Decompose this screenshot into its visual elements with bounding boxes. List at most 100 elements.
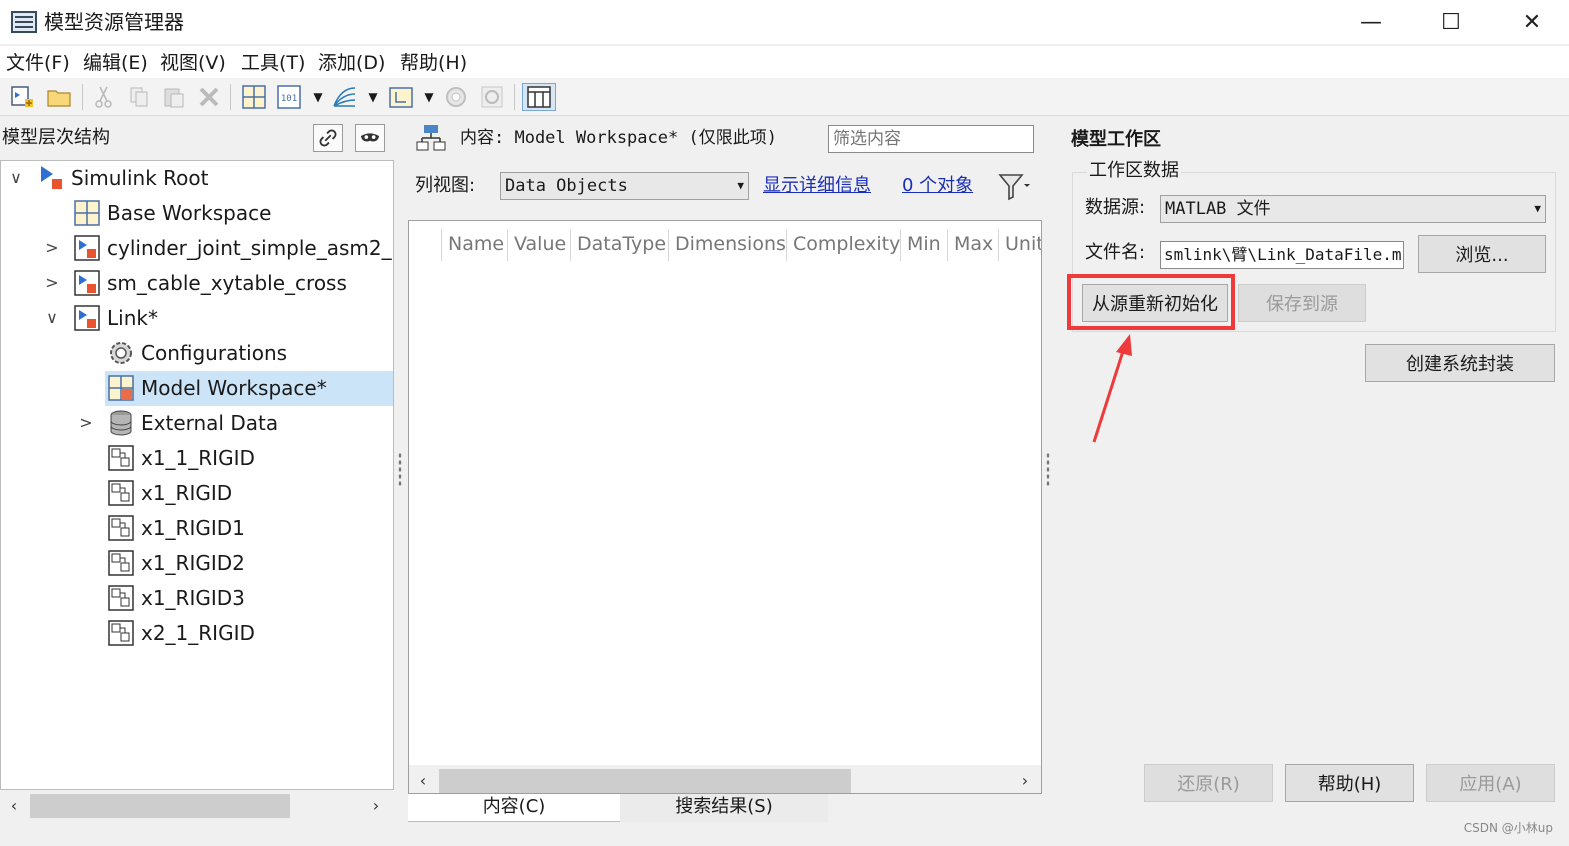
menu-edit[interactable]: 编辑(E) <box>83 50 148 76</box>
tree-item[interactable]: x1_RIGID2 <box>1 546 393 581</box>
col-name[interactable]: Name <box>441 229 507 261</box>
dropdown-icon: ▼ <box>737 179 744 192</box>
paste-icon[interactable] <box>160 83 188 111</box>
file-name-input[interactable]: smlink\臂\Link_DataFile.m <box>1160 241 1404 269</box>
menu-view[interactable]: 视图(V) <box>160 50 226 76</box>
left-splitter-grip[interactable] <box>398 452 402 486</box>
chevron-down-icon[interactable]: ∨ <box>43 307 61 329</box>
link-icon[interactable] <box>313 124 343 152</box>
model-tree[interactable]: ∨ Simulink Root Base Workspace > cylinder_jo… <box>0 160 394 790</box>
create-system-mask-button[interactable]: 创建系统封装 <box>1365 344 1555 382</box>
filter-input[interactable] <box>828 125 1034 153</box>
grid-horizontal-scrollbar[interactable]: ‹ › <box>409 765 1041 793</box>
scroll-left-icon[interactable]: ‹ <box>4 794 24 818</box>
object-count-link[interactable]: 0 个对象 <box>902 174 973 198</box>
col-value[interactable]: Value <box>507 229 570 261</box>
matrix-dropdown-icon[interactable]: ▼ <box>311 90 325 104</box>
tree-item-label: x1_RIGID1 <box>141 516 245 540</box>
new-model-icon[interactable] <box>8 83 36 111</box>
tree-item[interactable]: ∨ Simulink Root <box>1 161 393 196</box>
copy-icon[interactable] <box>125 83 153 111</box>
source-label: 数据源: <box>1085 197 1146 218</box>
tree-item[interactable]: x1_RIGID1 <box>1 511 393 546</box>
subsystem-dropdown-icon[interactable]: ▼ <box>422 90 436 104</box>
tree-item[interactable]: Model Workspace* <box>1 371 393 406</box>
column-view-select[interactable]: Data Objects ▼ <box>500 172 749 200</box>
mask-icon[interactable] <box>355 124 385 152</box>
scroll-thumb[interactable] <box>30 794 290 818</box>
content-bar: 内容: Model Workspace* (仅限此项) <box>408 116 1042 160</box>
save-to-source-button[interactable]: 保存到源 <box>1238 284 1366 322</box>
data-grid[interactable]: Name Value DataType Dimensions Complexit… <box>408 220 1042 794</box>
tree-item-label: sm_cable_xytable_cross <box>107 271 347 295</box>
layout-columns-icon[interactable] <box>522 83 556 111</box>
minimize-button[interactable]: — <box>1341 4 1401 40</box>
tab-contents[interactable]: 内容(C) <box>408 794 620 822</box>
open-folder-icon[interactable] <box>45 83 73 111</box>
browse-button[interactable]: 浏览... <box>1418 235 1546 273</box>
filter-funnel-icon[interactable] <box>998 172 1032 202</box>
tab-search-results[interactable]: 搜索结果(S) <box>620 794 828 822</box>
contents-panel: 内容: Model Workspace* (仅限此项) 列视图: Data Ob… <box>408 116 1042 822</box>
col-min[interactable]: Min <box>900 229 947 261</box>
tree-item[interactable]: > cylinder_joint_simple_asm2_SLD <box>1 231 393 266</box>
chevron-right-icon[interactable]: > <box>43 272 61 294</box>
apply-button[interactable]: 应用(A) <box>1426 764 1555 802</box>
menu-add[interactable]: 添加(D) <box>318 50 385 76</box>
menu-tools[interactable]: 工具(T) <box>241 50 305 76</box>
tree-item-label: Model Workspace* <box>141 376 327 400</box>
col-dimensions[interactable]: Dimensions <box>668 229 786 261</box>
tree-item[interactable]: x1_RIGID <box>1 476 393 511</box>
cut-icon[interactable] <box>90 83 118 111</box>
scroll-right-icon[interactable]: › <box>366 794 386 818</box>
tree-item[interactable]: x1_1_RIGID <box>1 441 393 476</box>
tree-item-label: External Data <box>141 411 279 435</box>
source-select[interactable]: MATLAB 文件 ▼ <box>1160 195 1546 223</box>
settings-icon[interactable] <box>478 83 506 111</box>
show-details-link[interactable]: 显示详细信息 <box>763 174 871 198</box>
content-tabs: 内容(C) 搜索结果(S) <box>408 794 1042 822</box>
revert-button[interactable]: 还原(R) <box>1144 764 1273 802</box>
tree-item-label: x1_RIGID3 <box>141 586 245 610</box>
database-icon <box>107 409 135 437</box>
tree-item[interactable]: > External Data <box>1 406 393 441</box>
tree-item[interactable]: ∨ Link* <box>1 301 393 336</box>
menu-file[interactable]: 文件(F) <box>6 50 70 76</box>
annotation-highlight-box <box>1067 274 1235 330</box>
subsystem-add-icon[interactable] <box>387 83 415 111</box>
chevron-down-icon[interactable]: ∨ <box>7 167 25 189</box>
signal-dropdown-icon[interactable]: ▼ <box>366 90 380 104</box>
tree-item[interactable]: Base Workspace <box>1 196 393 231</box>
file-name-label: 文件名: <box>1085 242 1146 263</box>
help-button[interactable]: 帮助(H) <box>1285 764 1414 802</box>
tree-item[interactable]: x2_1_RIGID <box>1 616 393 651</box>
grid-scroll-right-icon[interactable]: › <box>1015 769 1035 793</box>
grid-scroll-left-icon[interactable]: ‹ <box>413 769 433 793</box>
tree-item[interactable]: x1_RIGID3 <box>1 581 393 616</box>
tree-item-label: Base Workspace <box>107 201 272 225</box>
col-datatype[interactable]: DataType <box>570 229 668 261</box>
maximize-button[interactable]: ☐ <box>1421 4 1481 40</box>
col-complexity[interactable]: Complexity <box>786 229 900 261</box>
chevron-right-icon[interactable]: > <box>43 237 61 259</box>
right-splitter-grip[interactable] <box>1046 452 1050 486</box>
grid-scroll-thumb[interactable] <box>439 769 851 793</box>
col-max[interactable]: Max <box>947 229 998 261</box>
tree-horizontal-scrollbar[interactable]: ‹ › <box>0 790 394 820</box>
delete-icon[interactable] <box>195 83 223 111</box>
close-button[interactable]: ✕ <box>1502 4 1562 40</box>
grid-view-icon[interactable] <box>240 83 268 111</box>
config-icon[interactable] <box>442 83 470 111</box>
model-icon <box>73 304 101 332</box>
chevron-right-icon[interactable]: > <box>77 412 95 434</box>
workspace-data-legend: 工作区数据 <box>1087 159 1181 183</box>
tree-item[interactable]: > sm_cable_xytable_cross <box>1 266 393 301</box>
tree-item-label: Configurations <box>141 341 288 365</box>
matrix-icon[interactable]: 101 <box>275 83 303 111</box>
annotation-arrow <box>1092 334 1132 443</box>
signal-icon[interactable] <box>330 83 358 111</box>
model-workspace-panel: 模型工作区 工作区数据 数据源: MATLAB 文件 ▼ 文件名: smlink… <box>1056 116 1569 822</box>
menu-help[interactable]: 帮助(H) <box>400 50 467 76</box>
col-unit[interactable]: Unit <box>998 229 1041 261</box>
tree-item[interactable]: Configurations <box>1 336 393 371</box>
